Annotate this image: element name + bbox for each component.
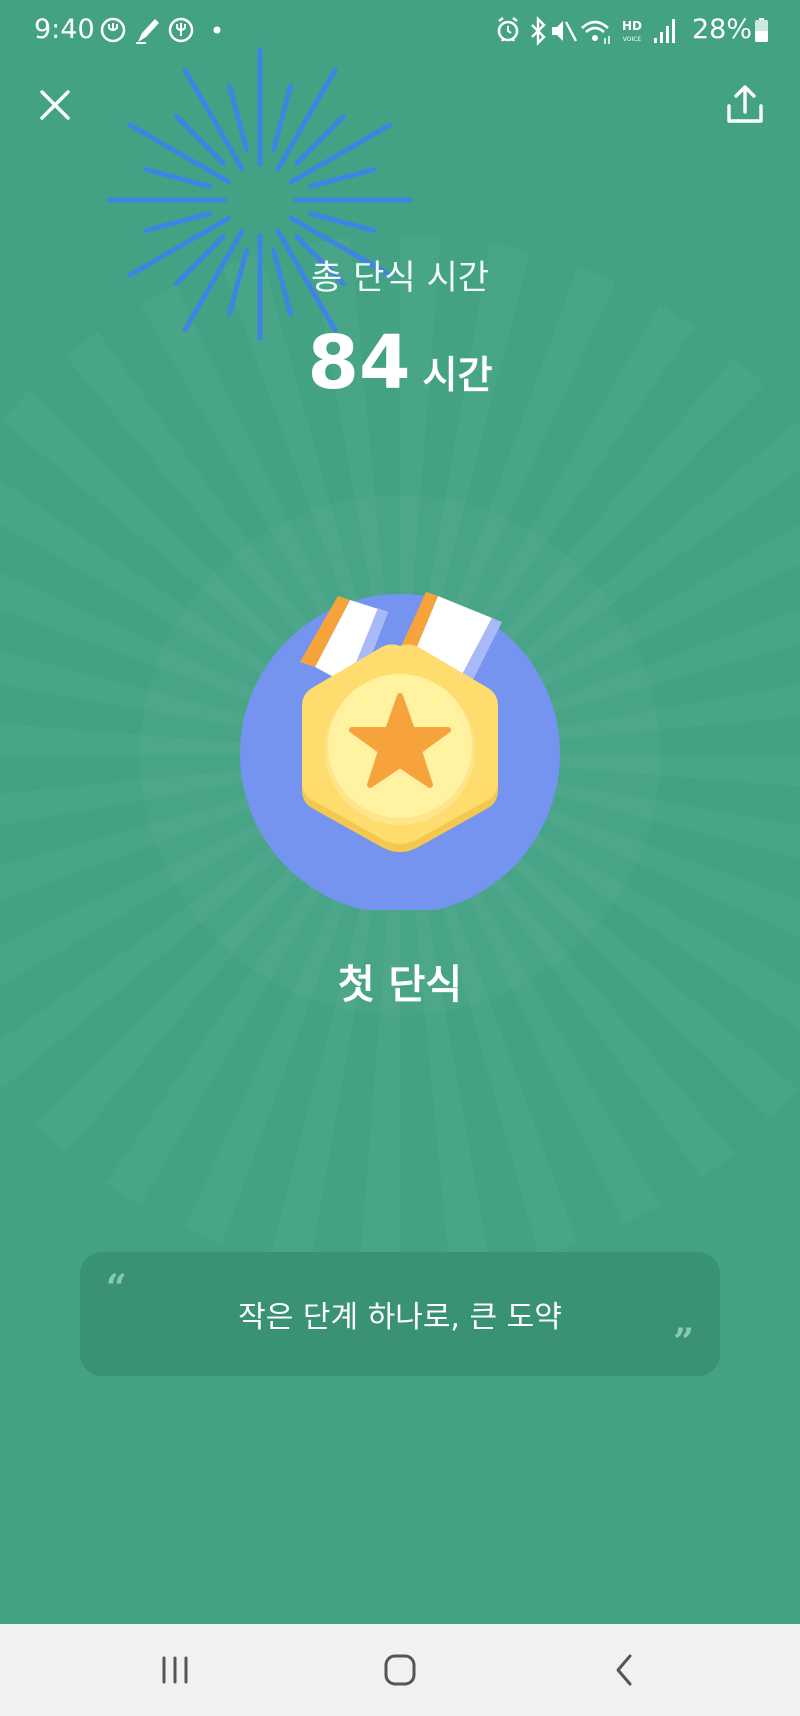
status-battery-percent: 28% — [692, 14, 753, 45]
status-system-icons: HD VOICE — [497, 16, 675, 46]
total-fasting-hours: 84 — [307, 320, 411, 406]
quote-card: “ 작은 단계 하나로, 큰 도약 ” — [80, 1252, 720, 1376]
quote-close-mark: ” — [673, 1321, 694, 1363]
achievement-screen: 9:40 HD VOICE 28% 총 단식 시간 84 시간 첫 단식 “ 작… — [0, 0, 800, 1624]
alarm-icon — [497, 17, 519, 42]
close-icon — [40, 90, 70, 120]
share-icon — [727, 85, 763, 123]
total-fasting-value-row: 84 시간 — [0, 320, 800, 406]
wifi-icon — [581, 20, 610, 44]
status-time: 9:40 — [34, 14, 95, 45]
firework-streak — [307, 166, 377, 190]
hd-label: HD — [622, 19, 642, 33]
quote-text: 작은 단계 하나로, 큰 도약 — [238, 1300, 562, 1335]
firework-streak — [307, 210, 377, 234]
fasting-app-icon — [168, 17, 194, 43]
battery-icon — [755, 18, 768, 42]
signal-icon — [654, 19, 675, 43]
firework-streak — [143, 166, 213, 190]
recents-icon — [162, 1656, 188, 1684]
close-button[interactable] — [30, 80, 80, 130]
badge-title: 첫 단식 — [337, 962, 463, 1008]
total-fasting-unit: 시간 — [422, 353, 493, 397]
back-icon — [616, 1654, 632, 1686]
voice-label: VOICE — [623, 36, 642, 43]
recents-button[interactable] — [150, 1650, 200, 1690]
firework-streak — [226, 83, 250, 153]
back-button[interactable] — [600, 1646, 650, 1694]
firework-streak — [143, 210, 213, 234]
home-icon — [384, 1654, 416, 1686]
hd-voice-icon: HD VOICE — [622, 19, 642, 43]
medal-star-icon — [240, 592, 560, 910]
bluetooth-icon — [531, 16, 546, 46]
notification-dot-icon — [213, 26, 221, 34]
total-fasting-label: 총 단식 시간 — [310, 258, 489, 298]
home-button[interactable] — [375, 1646, 425, 1694]
firework-streak — [270, 83, 294, 153]
mute-icon — [552, 21, 578, 42]
share-button[interactable] — [720, 80, 770, 130]
navigation-bar — [0, 1624, 800, 1716]
fasting-app-icon — [100, 17, 126, 43]
